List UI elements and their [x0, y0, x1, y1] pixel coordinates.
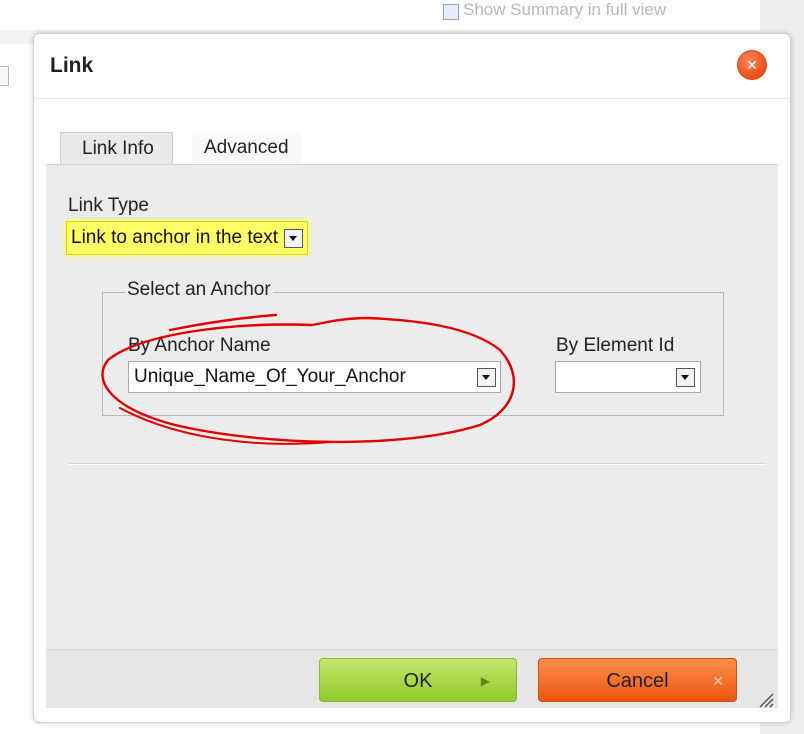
chevron-down-icon[interactable] [676, 368, 695, 387]
tab-content-panel: Link Type Link to anchor in the text Sel… [46, 164, 778, 650]
select-anchor-legend: Select an Anchor [125, 279, 273, 301]
chevron-down-icon[interactable] [477, 368, 496, 387]
show-summary-checkbox[interactable] [443, 4, 459, 20]
link-dialog: Link ✕ Link Info Advanced Link Type Link… [33, 33, 791, 723]
content-divider [68, 463, 766, 465]
close-x-icon: ✕ [712, 673, 724, 689]
title-divider [34, 98, 790, 99]
arrow-right-icon: ▶ [480, 674, 490, 688]
ok-button-label: OK [403, 670, 433, 692]
close-icon[interactable]: ✕ [737, 50, 767, 80]
by-element-id-select[interactable] [555, 361, 701, 393]
by-anchor-name-value: Unique_Name_Of_Your_Anchor [134, 366, 406, 387]
by-element-id-label: By Element Id [556, 335, 675, 356]
dialog-title: Link [50, 54, 94, 77]
link-type-select[interactable]: Link to anchor in the text [66, 221, 309, 255]
cancel-button[interactable]: Cancel ✕ [538, 658, 737, 702]
link-type-value: Link to anchor in the text [71, 227, 279, 248]
cancel-button-label: Cancel [606, 670, 669, 692]
link-type-label: Link Type [68, 195, 149, 216]
tab-advanced[interactable]: Advanced [192, 132, 301, 164]
select-anchor-fieldset: Select an Anchor By Anchor Name By Eleme… [102, 279, 724, 416]
by-anchor-name-label: By Anchor Name [128, 335, 271, 356]
show-summary-label: Show Summary in full view [463, 0, 667, 19]
chevron-down-icon[interactable] [284, 228, 304, 248]
by-anchor-name-select[interactable]: Unique_Name_Of_Your_Anchor [128, 361, 501, 393]
background-toolbar-icon [0, 66, 9, 86]
tab-link-info[interactable]: Link Info [60, 132, 173, 164]
ok-button[interactable]: OK ▶ [319, 658, 517, 702]
resize-grip-icon[interactable] [756, 690, 774, 708]
dialog-footer: OK ▶ Cancel ✕ [46, 649, 778, 708]
